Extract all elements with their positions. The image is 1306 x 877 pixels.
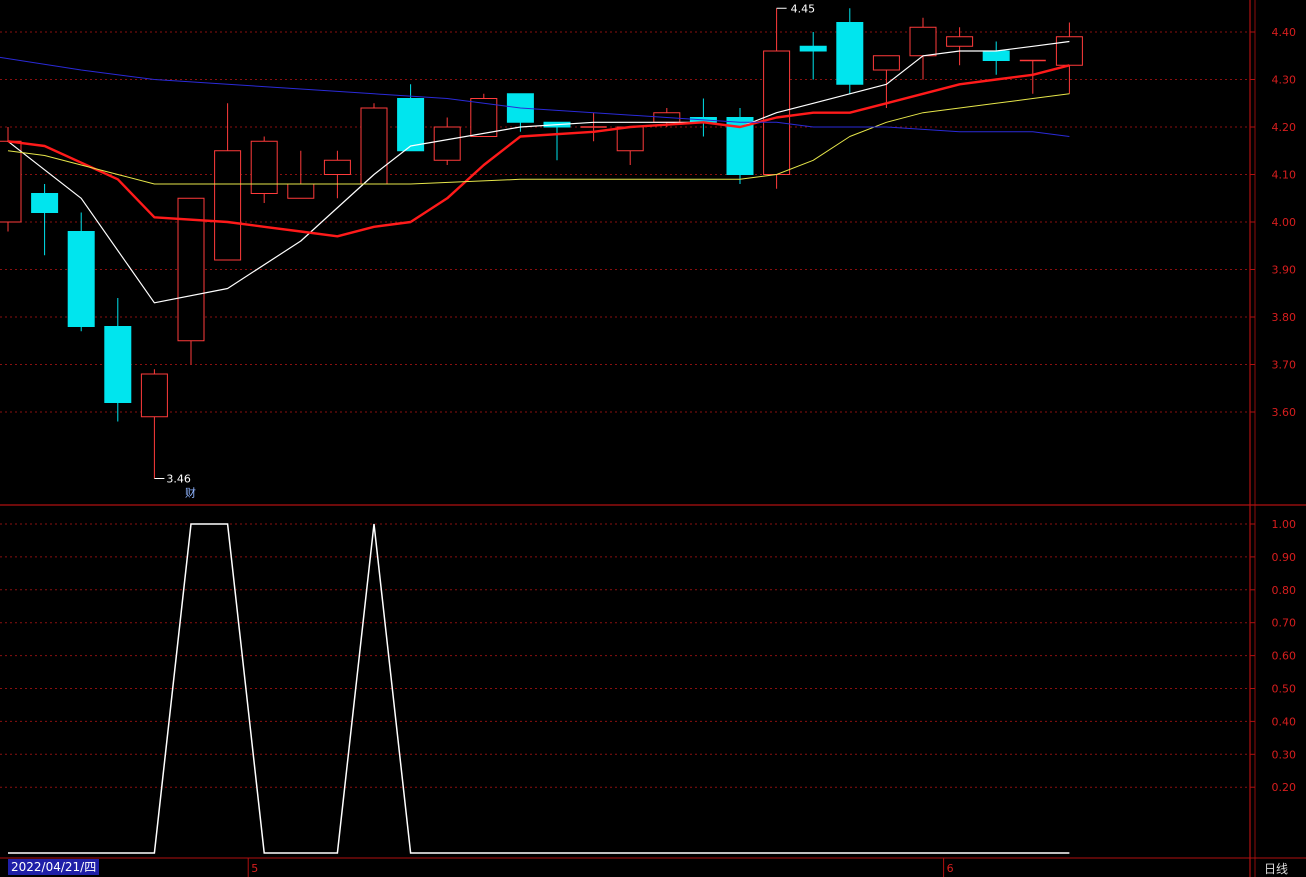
y-tick-label: 0.60 — [1272, 650, 1297, 663]
candle — [689, 98, 717, 137]
candle-body — [323, 159, 351, 175]
candle-body — [909, 26, 937, 57]
candle-body — [31, 193, 59, 213]
candle — [543, 121, 571, 161]
month-label: 6 — [947, 862, 954, 875]
moving-average-line — [7, 93, 1070, 185]
candle — [31, 184, 59, 256]
crosshair-date-label: 2022/04/21/四 — [8, 859, 100, 875]
candle — [250, 136, 278, 203]
y-tick-label: 3.80 — [1272, 311, 1297, 324]
candle-body — [433, 126, 461, 161]
y-tick-label: 4.00 — [1272, 216, 1297, 229]
moving-average-line — [7, 64, 1070, 238]
candle — [580, 112, 607, 142]
period-selector[interactable]: 日线 — [1264, 860, 1288, 877]
candle — [946, 27, 974, 66]
y-tick-label: 4.30 — [1272, 74, 1297, 87]
y-tick-label: 4.20 — [1272, 121, 1297, 134]
y-tick-label: 0.50 — [1272, 683, 1297, 696]
moving-average-line — [0, 56, 1070, 137]
candle — [763, 8, 791, 189]
candle-body — [214, 150, 242, 261]
annotations: 4.45 3.46 财 — [154, 2, 816, 500]
y-tick-label: 0.80 — [1272, 584, 1297, 597]
candle-body — [397, 98, 425, 152]
y-tick-label: 3.90 — [1272, 264, 1297, 277]
candle — [360, 103, 388, 185]
stock-chart[interactable]: 4.45 3.46 财 4.40 4.30 4.20 4.10 4.00 3.90 3.80… — [0, 0, 1306, 877]
y-tick-label: 3.70 — [1272, 359, 1297, 372]
low-price-label: 3.46 — [166, 473, 191, 486]
y-tick-label: 3.60 — [1272, 406, 1297, 419]
candle — [799, 32, 827, 80]
y-tick-label: 4.40 — [1272, 26, 1297, 39]
candle — [1055, 22, 1083, 94]
y-tick-label: 0.70 — [1272, 617, 1297, 630]
y-tick-label: 0.30 — [1272, 748, 1297, 761]
axes — [0, 0, 1306, 877]
y-tick-label: 1.00 — [1272, 518, 1297, 531]
y-tick-label: 0.20 — [1272, 781, 1297, 794]
candle-body — [1055, 36, 1083, 66]
candle-body — [287, 183, 315, 199]
y-tick-label: 0.90 — [1272, 551, 1297, 564]
candle-body — [872, 55, 900, 71]
candle-body — [140, 373, 168, 418]
candle — [470, 93, 498, 137]
candle-body — [250, 140, 278, 194]
y-tick-label: 4.10 — [1272, 169, 1297, 182]
candle — [67, 212, 95, 332]
candle — [616, 126, 644, 165]
y-tick-label: 0.40 — [1272, 715, 1297, 728]
candlestick-series — [0, 8, 1083, 479]
candle-body — [360, 107, 388, 185]
month-label: 5 — [251, 862, 258, 875]
candle — [140, 369, 168, 479]
event-marker-label[interactable]: 财 — [185, 486, 196, 500]
candle — [982, 41, 1010, 75]
candle — [836, 8, 864, 94]
candle — [726, 108, 754, 184]
axis-tick-labels: 4.40 4.30 4.20 4.10 4.00 3.90 3.80 3.70 3.60 1.00… — [1272, 26, 1297, 794]
high-price-label: 4.45 — [791, 2, 816, 15]
candle-body — [616, 126, 644, 152]
candle — [323, 150, 351, 199]
candle-body — [982, 50, 1010, 61]
candle-body — [104, 326, 132, 403]
candle-body — [836, 22, 864, 85]
candle-body — [0, 140, 22, 223]
candle — [909, 17, 937, 80]
month-markers: 56 — [247, 858, 954, 877]
moving-average-lines — [0, 40, 1070, 304]
candle-body — [67, 231, 95, 327]
candle — [177, 197, 205, 365]
candle-body — [946, 36, 974, 47]
candle-body — [799, 45, 827, 52]
candle — [397, 84, 425, 152]
